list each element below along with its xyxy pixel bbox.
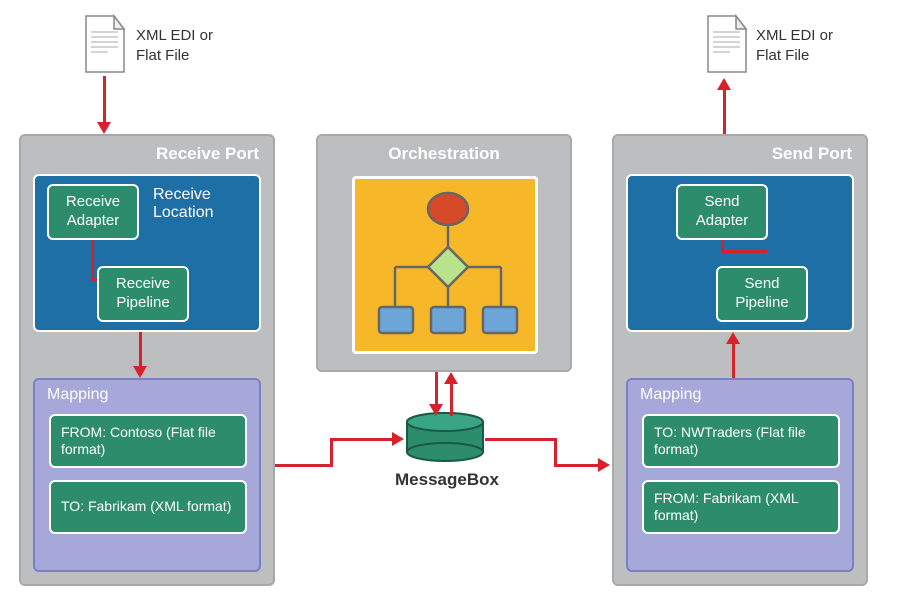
arrow-send-mapping-to-loc xyxy=(732,344,735,378)
arrow-recv-to-msgbox-head xyxy=(392,432,404,446)
send-port-title: Send Port xyxy=(772,144,852,164)
arrow-orch-down xyxy=(435,372,438,408)
output-file-label: XML EDI or Flat File xyxy=(756,26,856,65)
receive-adapter-box: Receive Adapter xyxy=(47,184,139,240)
send-port-panel: Send Port Send Adapter Send Pipeline Map… xyxy=(612,134,868,586)
arrow-msgbox-to-send-v xyxy=(554,438,557,467)
receive-mapping-title: Mapping xyxy=(47,386,108,404)
arrow-receive-loc-to-mapping xyxy=(139,332,142,368)
arrow-send-pipe-to-adapter-v2 xyxy=(721,240,724,252)
output-file-icon xyxy=(700,14,750,76)
messagebox-label: MessageBox xyxy=(395,470,499,490)
receive-mapping-to: TO: Fabrikam (XML format) xyxy=(49,480,247,534)
arrow-orch-up-head xyxy=(444,372,458,384)
arrow-orch-down-head xyxy=(429,404,443,416)
arrow-send-to-output xyxy=(723,90,726,134)
arrow-send-mapping-to-loc-head xyxy=(726,332,740,344)
send-mapping-box: Mapping TO: NWTraders (Flat file format)… xyxy=(626,378,854,572)
arrow-msgbox-to-send-h2 xyxy=(554,464,600,467)
arrow-send-to-output-head xyxy=(717,78,731,90)
arrow-receive-loc-to-mapping-head xyxy=(133,366,147,378)
orchestration-title: Orchestration xyxy=(318,144,570,164)
receive-mapping-from: FROM: Contoso (Flat file format) xyxy=(49,414,247,468)
send-location-box: Send Adapter Send Pipeline xyxy=(626,174,854,332)
send-adapter-box: Send Adapter xyxy=(676,184,768,240)
arrow-send-pipe-to-adapter-h xyxy=(721,250,767,253)
receive-pipeline-box: Receive Pipeline xyxy=(97,266,189,322)
send-mapping-from: FROM: Fabrikam (XML format) xyxy=(642,480,840,534)
send-mapping-to: TO: NWTraders (Flat file format) xyxy=(642,414,840,468)
send-mapping-title: Mapping xyxy=(640,386,701,404)
arrow-recv-to-msgbox-v xyxy=(330,438,333,467)
messagebox-cylinder-icon xyxy=(405,412,485,464)
flowchart-icon xyxy=(355,179,541,357)
arrow-input-to-receive xyxy=(103,76,106,124)
send-pipeline-box: Send Pipeline xyxy=(716,266,808,322)
input-file-label: XML EDI or Flat File xyxy=(136,26,236,65)
arrow-input-to-receive-head xyxy=(97,122,111,134)
input-file-icon xyxy=(78,14,128,76)
arrow-recv-to-msgbox-h1 xyxy=(275,464,333,467)
arrow-adapter-to-pipeline-v xyxy=(91,240,94,280)
receive-port-title: Receive Port xyxy=(156,144,259,164)
orchestration-flowchart-box xyxy=(352,176,538,354)
arrow-recv-to-msgbox-h2 xyxy=(330,438,394,441)
arrow-msgbox-to-send-head xyxy=(598,458,610,472)
receive-location-label: Receive Location xyxy=(153,186,253,222)
receive-location-box: Receive Location Receive Adapter Receive… xyxy=(33,174,261,332)
arrow-orch-up xyxy=(450,384,453,416)
arrow-msgbox-to-send-h1 xyxy=(485,438,557,441)
orchestration-panel: Orchestration xyxy=(316,134,572,372)
receive-port-panel: Receive Port Receive Location Receive Ad… xyxy=(19,134,275,586)
receive-mapping-box: Mapping FROM: Contoso (Flat file format)… xyxy=(33,378,261,572)
